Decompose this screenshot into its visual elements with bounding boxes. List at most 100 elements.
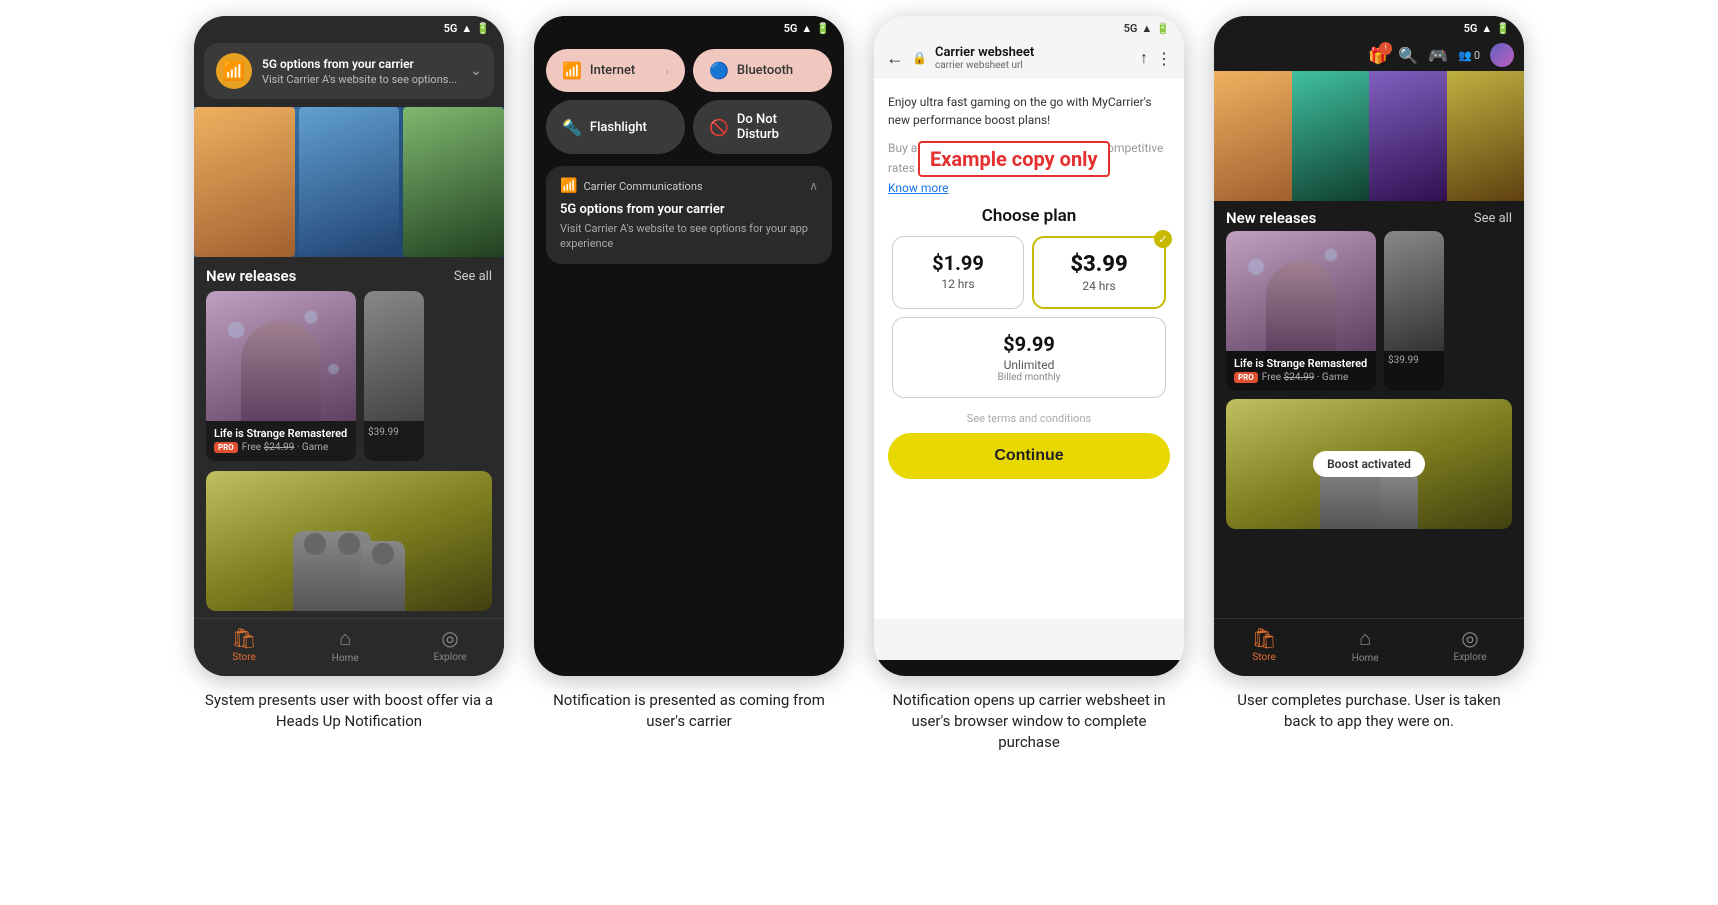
notif-body: Visit Carrier A's website to see options… — [262, 73, 460, 86]
game-card-lis[interactable]: Life is Strange Remastered PRO Free $24.… — [206, 291, 356, 461]
nav-store-label: Store — [232, 652, 255, 663]
s4-game-card-meta: PRO Free $24.99 · Game — [1234, 372, 1368, 383]
s4-nav-home-label: Home — [1352, 653, 1379, 664]
bluetooth-icon: 🔵 — [709, 61, 729, 80]
s4-nav-store[interactable]: 🛍 Store — [1251, 626, 1276, 663]
back-button[interactable]: ← — [886, 48, 904, 69]
s4-see-all-button[interactable]: See all — [1474, 211, 1512, 226]
notif-card-header: 📶 Carrier Communications ∧ — [560, 178, 818, 194]
lock-icon: 🔒 — [912, 51, 927, 65]
notif-card-body: Visit Carrier A's website to see options… — [560, 221, 818, 252]
game-card-name: Life is Strange Remastered — [214, 427, 348, 440]
s4-large-game-card[interactable]: Boost activated — [1226, 399, 1512, 529]
websheet-body: Enjoy ultra fast gaming on the go with M… — [874, 79, 1184, 619]
flashlight-icon: 🔦 — [562, 118, 582, 137]
game-card-image — [206, 291, 356, 421]
qs-bluetooth[interactable]: 🔵 Bluetooth — [693, 49, 832, 92]
store-icon: 🛍 — [231, 626, 256, 650]
status-bar-3: 5G ▲ 🔋 — [874, 16, 1184, 37]
carrier-notification-card[interactable]: 📶 Carrier Communications ∧ 5G options fr… — [546, 166, 832, 264]
qs-dnd-label: Do Not Disturb — [737, 112, 816, 142]
plan-399[interactable]: $3.99 24 hrs — [1032, 236, 1166, 309]
qs-flashlight[interactable]: 🔦 Flashlight — [546, 100, 685, 154]
s4-nav-home[interactable]: ⌂ Home — [1352, 626, 1379, 664]
caption-3: Notification opens up carrier websheet i… — [884, 690, 1174, 753]
qs-bluetooth-label: Bluetooth — [737, 63, 793, 78]
s4-game-card-image — [1226, 231, 1376, 351]
s4-game-card-partial[interactable]: $39.99 — [1384, 231, 1444, 391]
s4-game-card-partial-price: $39.99 — [1388, 355, 1440, 366]
screen4-header: 🎁 ! 🔍 🎮 👥 0 — [1214, 37, 1524, 71]
banner-tile-c — [1369, 71, 1447, 201]
large-game-card[interactable] — [206, 471, 492, 611]
dnd-icon: 🚫 — [709, 118, 729, 137]
gift-icon-container[interactable]: 🎁 ! — [1368, 46, 1388, 65]
banner-tile-b — [1292, 71, 1370, 201]
s4-game-card-partial-info: $39.99 — [1384, 351, 1444, 370]
games-banner — [1214, 71, 1524, 201]
status-bar-2: 5G ▲ 🔋 — [534, 16, 844, 37]
plan-399-price: $3.99 — [1044, 252, 1154, 277]
notif-source: 📶 Carrier Communications — [560, 178, 703, 194]
terms-text[interactable]: See terms and conditions — [888, 412, 1170, 425]
qs-internet[interactable]: 📶 Internet › — [546, 49, 685, 92]
game-card-partial[interactable]: $39.99 — [364, 291, 424, 461]
notif-card-title: 5G options from your carrier — [560, 202, 818, 217]
new-releases-title: New releases — [206, 267, 296, 285]
banner-tile-b — [299, 107, 400, 257]
heads-up-notification[interactable]: 📶 5G options from your carrier Visit Car… — [204, 43, 494, 99]
game-card-meta: PRO Free $24.99 · Game — [214, 442, 348, 453]
signal-icon-4: ▲ — [1481, 22, 1492, 35]
plan-399-duration: 24 hrs — [1044, 279, 1154, 293]
search-icon[interactable]: 🔍 — [1398, 46, 1418, 65]
s4-game-card-lis[interactable]: Life is Strange Remastered PRO Free $24.… — [1226, 231, 1376, 391]
signal-icon-2: ▲ — [801, 22, 812, 35]
notif-icon: 📶 — [216, 53, 252, 89]
nav-store[interactable]: 🛍 Store — [231, 626, 256, 663]
s4-new-releases-title: New releases — [1226, 209, 1316, 227]
caption-4: User completes purchase. User is taken b… — [1224, 690, 1514, 732]
quick-settings-panel: 📶 Internet › 🔵 Bluetooth 🔦 Flashlight — [534, 37, 844, 166]
s4-nav-explore[interactable]: ◎ Explore — [1454, 626, 1487, 663]
gamepad-icon[interactable]: 🎮 — [1428, 46, 1448, 65]
url-block: Carrier websheet carrier websheet url — [935, 45, 1132, 71]
soldier-3 — [361, 541, 405, 611]
know-more-link[interactable]: Know more — [888, 181, 949, 195]
continue-button[interactable]: Continue — [888, 433, 1170, 479]
status-bar-4: 5G ▲ 🔋 — [1214, 16, 1524, 37]
notif-chevron-icon[interactable]: ⌄ — [470, 63, 482, 79]
plan-999[interactable]: $9.99 Unlimited Billed monthly — [892, 317, 1166, 398]
banner-tile-d — [1447, 71, 1525, 201]
qs-internet-label: Internet — [590, 63, 635, 78]
users-count: 👥 0 — [1458, 49, 1480, 62]
qs-row-1: 📶 Internet › 🔵 Bluetooth — [546, 49, 832, 92]
more-icon[interactable]: ⋮ — [1156, 49, 1172, 68]
share-icon[interactable]: ↑ — [1140, 48, 1148, 68]
s4-price-category: Game — [1322, 372, 1348, 383]
price-free: Free — [242, 442, 261, 453]
see-all-button[interactable]: See all — [454, 269, 492, 284]
ws-intro-main: Enjoy ultra fast gaming on the go with M… — [888, 95, 1152, 127]
screen-1-col: 5G ▲ 🔋 📶 5G options from your carrier Vi… — [189, 16, 509, 732]
example-copy-container: Buy a pass to enjoy ultra fast gaming at… — [888, 137, 1170, 177]
plan-199[interactable]: $1.99 12 hrs — [892, 236, 1024, 309]
websheet-title: Carrier websheet — [935, 45, 1132, 60]
nav-explore[interactable]: ◎ Explore — [434, 626, 467, 663]
qs-dnd[interactable]: 🚫 Do Not Disturb — [693, 100, 832, 154]
boost-activated-badge: Boost activated — [1313, 451, 1425, 477]
nav-explore-label: Explore — [434, 652, 467, 663]
websheet-url: carrier websheet url — [935, 60, 1132, 71]
user-avatar[interactable] — [1490, 43, 1514, 67]
nav-home[interactable]: ⌂ Home — [332, 626, 359, 664]
status-5g-2: 5G — [784, 22, 798, 35]
s4-new-releases-header: New releases See all — [1214, 201, 1524, 231]
screen-3-col: 5G ▲ 🔋 ← 🔒 Carrier websheet carrier webs… — [869, 16, 1189, 753]
explore-icon: ◎ — [441, 626, 458, 650]
screen-4-col: 5G ▲ 🔋 🎁 ! 🔍 🎮 👥 0 — [1209, 16, 1529, 732]
notif-expand-icon[interactable]: ∧ — [809, 179, 818, 193]
s4-nav-explore-label: Explore — [1454, 652, 1487, 663]
bottom-bar — [874, 660, 1184, 676]
internet-arrow-icon: › — [665, 64, 669, 78]
s4-game-card-partial-image — [1384, 231, 1444, 351]
game-price: Free $24.99 · Game — [242, 442, 328, 453]
